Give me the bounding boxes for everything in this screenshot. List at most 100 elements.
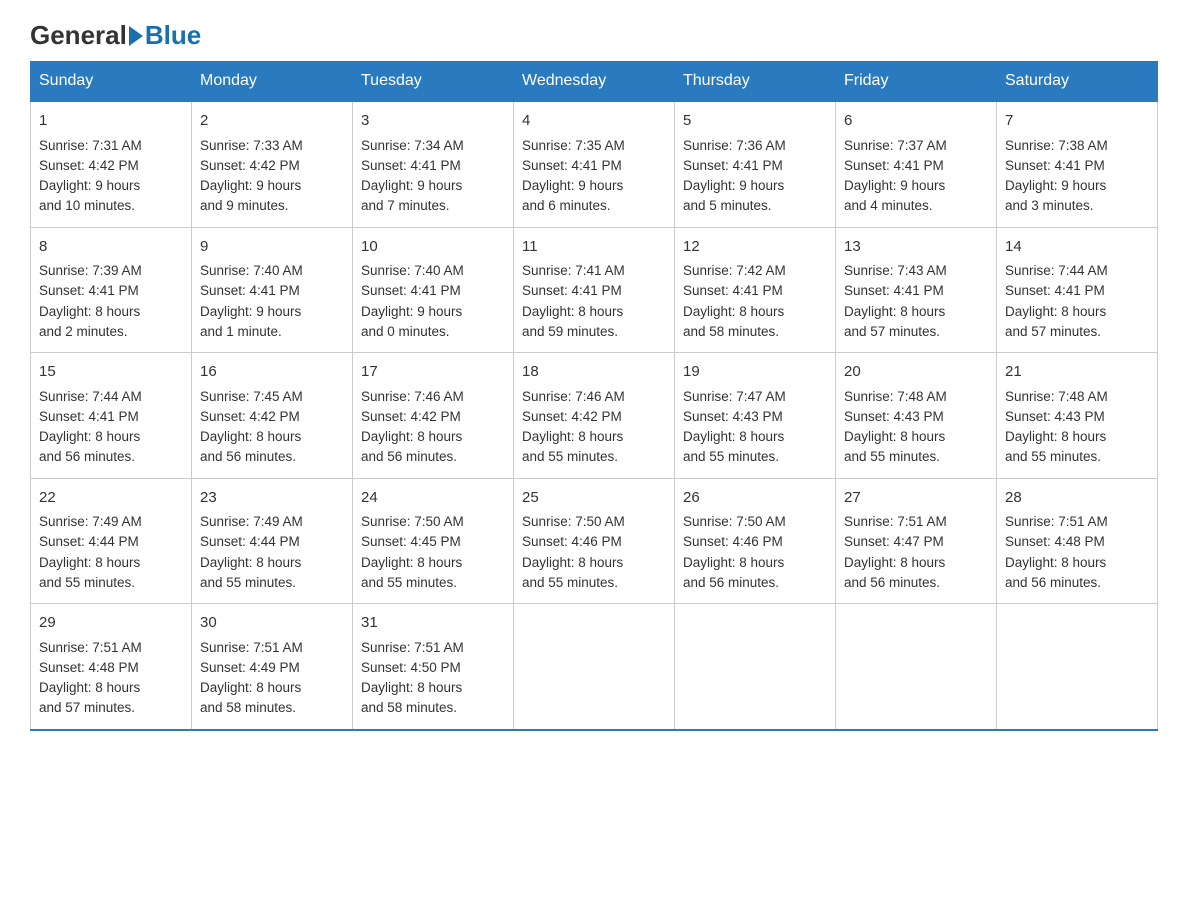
- calendar-day-cell: 10Sunrise: 7:40 AMSunset: 4:41 PMDayligh…: [353, 227, 514, 353]
- sunrise-text: Sunrise: 7:35 AM: [522, 138, 625, 153]
- day-number: 17: [361, 361, 505, 384]
- calendar-week-row: 29 Sunrise: 7:51 AM Sunset: 4:48 PM Dayligh…: [31, 604, 1158, 730]
- day-number: 30: [200, 612, 344, 635]
- sunset-text: Sunset: 4:45 PM: [361, 534, 461, 549]
- day-number: 21: [1005, 361, 1149, 384]
- daylight-text: Daylight: 9 hoursand 9 minutes.: [200, 178, 301, 213]
- sunrise-text: Sunrise: 7:33 AM: [200, 138, 303, 153]
- calendar-table: SundayMondayTuesdayWednesdayThursdayFrid…: [30, 61, 1158, 731]
- day-of-week-header: Saturday: [997, 62, 1158, 102]
- daylight-text: Daylight: 8 hoursand 58 minutes.: [361, 680, 462, 715]
- sunset-text: Sunset: 4:41 PM: [683, 158, 783, 173]
- calendar-day-cell: 30Sunrise: 7:51 AMSunset: 4:49 PMDayligh…: [192, 604, 353, 730]
- day-number: 10: [361, 236, 505, 259]
- calendar-day-cell: 22Sunrise: 7:49 AMSunset: 4:44 PMDayligh…: [31, 478, 192, 604]
- daylight-text: Daylight: 8 hoursand 55 minutes.: [361, 555, 462, 590]
- calendar-header-row: SundayMondayTuesdayWednesdayThursdayFrid…: [31, 62, 1158, 102]
- daylight-text: Daylight: 9 hoursand 10 minutes.: [39, 178, 140, 213]
- sunset-text: Sunset: 4:42 PM: [39, 158, 139, 173]
- sunset-text: Sunset: 4:46 PM: [683, 534, 783, 549]
- sunset-text: Sunset: 4:42 PM: [200, 409, 300, 424]
- sunset-text: Sunset: 4:49 PM: [200, 660, 300, 675]
- sunset-text: Sunset: 4:48 PM: [39, 660, 139, 675]
- calendar-day-cell: 26Sunrise: 7:50 AMSunset: 4:46 PMDayligh…: [675, 478, 836, 604]
- sunrise-text: Sunrise: 7:50 AM: [522, 514, 625, 529]
- day-number: 15: [39, 361, 183, 384]
- daylight-text: Daylight: 8 hoursand 55 minutes.: [39, 555, 140, 590]
- day-number: 18: [522, 361, 666, 384]
- calendar-day-cell: 27Sunrise: 7:51 AMSunset: 4:47 PMDayligh…: [836, 478, 997, 604]
- logo-general-text: General: [30, 20, 127, 51]
- sunset-text: Sunset: 4:41 PM: [1005, 158, 1105, 173]
- sunrise-text: Sunrise: 7:49 AM: [39, 514, 142, 529]
- day-number: 29: [39, 612, 183, 635]
- calendar-day-cell: 14Sunrise: 7:44 AMSunset: 4:41 PMDayligh…: [997, 227, 1158, 353]
- calendar-day-cell: 21Sunrise: 7:48 AMSunset: 4:43 PMDayligh…: [997, 353, 1158, 479]
- calendar-day-cell: 8Sunrise: 7:39 AMSunset: 4:41 PMDaylight…: [31, 227, 192, 353]
- day-number: 28: [1005, 487, 1149, 510]
- daylight-text: Daylight: 8 hoursand 56 minutes.: [683, 555, 784, 590]
- calendar-day-cell: 16Sunrise: 7:45 AMSunset: 4:42 PMDayligh…: [192, 353, 353, 479]
- sunrise-text: Sunrise: 7:46 AM: [361, 389, 464, 404]
- sunrise-text: Sunrise: 7:51 AM: [844, 514, 947, 529]
- logo-triangle-icon: [129, 26, 143, 46]
- sunset-text: Sunset: 4:42 PM: [522, 409, 622, 424]
- sunset-text: Sunset: 4:48 PM: [1005, 534, 1105, 549]
- calendar-day-cell: 12Sunrise: 7:42 AMSunset: 4:41 PMDayligh…: [675, 227, 836, 353]
- logo-blue-text: Blue: [145, 20, 201, 51]
- calendar-week-row: 15Sunrise: 7:44 AMSunset: 4:41 PMDayligh…: [31, 353, 1158, 479]
- daylight-text: Daylight: 9 hoursand 1 minute.: [200, 304, 301, 339]
- day-number: 12: [683, 236, 827, 259]
- sunrise-text: Sunrise: 7:51 AM: [361, 640, 464, 655]
- daylight-text: Daylight: 8 hoursand 55 minutes.: [683, 429, 784, 464]
- calendar-day-cell: 23Sunrise: 7:49 AMSunset: 4:44 PMDayligh…: [192, 478, 353, 604]
- sunset-text: Sunset: 4:41 PM: [522, 158, 622, 173]
- calendar-day-cell: 15Sunrise: 7:44 AMSunset: 4:41 PMDayligh…: [31, 353, 192, 479]
- sunrise-text: Sunrise: 7:34 AM: [361, 138, 464, 153]
- sunset-text: Sunset: 4:42 PM: [200, 158, 300, 173]
- calendar-day-cell: 9Sunrise: 7:40 AMSunset: 4:41 PMDaylight…: [192, 227, 353, 353]
- day-number: 2: [200, 110, 344, 133]
- day-of-week-header: Sunday: [31, 62, 192, 102]
- sunrise-text: Sunrise: 7:44 AM: [1005, 263, 1108, 278]
- day-number: 4: [522, 110, 666, 133]
- daylight-text: Daylight: 8 hoursand 58 minutes.: [200, 680, 301, 715]
- calendar-day-cell: 7Sunrise: 7:38 AMSunset: 4:41 PMDaylight…: [997, 101, 1158, 227]
- calendar-week-row: 8Sunrise: 7:39 AMSunset: 4:41 PMDaylight…: [31, 227, 1158, 353]
- day-number: 24: [361, 487, 505, 510]
- sunrise-text: Sunrise: 7:48 AM: [844, 389, 947, 404]
- daylight-text: Daylight: 9 hoursand 7 minutes.: [361, 178, 462, 213]
- sunset-text: Sunset: 4:43 PM: [844, 409, 944, 424]
- daylight-text: Daylight: 8 hoursand 55 minutes.: [522, 555, 623, 590]
- day-number: 19: [683, 361, 827, 384]
- day-of-week-header: Thursday: [675, 62, 836, 102]
- sunset-text: Sunset: 4:41 PM: [844, 158, 944, 173]
- daylight-text: Daylight: 8 hoursand 59 minutes.: [522, 304, 623, 339]
- sunset-text: Sunset: 4:44 PM: [39, 534, 139, 549]
- calendar-day-cell: 3 Sunrise: 7:34 AM Sunset: 4:41 PM Daylight…: [353, 101, 514, 227]
- calendar-day-cell: 13Sunrise: 7:43 AMSunset: 4:41 PMDayligh…: [836, 227, 997, 353]
- sunrise-text: Sunrise: 7:51 AM: [39, 640, 142, 655]
- daylight-text: Daylight: 8 hoursand 57 minutes.: [844, 304, 945, 339]
- day-of-week-header: Monday: [192, 62, 353, 102]
- sunset-text: Sunset: 4:41 PM: [361, 283, 461, 298]
- sunrise-text: Sunrise: 7:39 AM: [39, 263, 142, 278]
- sunrise-text: Sunrise: 7:45 AM: [200, 389, 303, 404]
- calendar-day-cell: 6Sunrise: 7:37 AMSunset: 4:41 PMDaylight…: [836, 101, 997, 227]
- daylight-text: Daylight: 8 hoursand 2 minutes.: [39, 304, 140, 339]
- day-of-week-header: Friday: [836, 62, 997, 102]
- sunset-text: Sunset: 4:44 PM: [200, 534, 300, 549]
- sunrise-text: Sunrise: 7:40 AM: [361, 263, 464, 278]
- sunset-text: Sunset: 4:41 PM: [361, 158, 461, 173]
- day-number: 1: [39, 110, 183, 133]
- calendar-day-cell: 18Sunrise: 7:46 AMSunset: 4:42 PMDayligh…: [514, 353, 675, 479]
- daylight-text: Daylight: 8 hoursand 55 minutes.: [1005, 429, 1106, 464]
- daylight-text: Daylight: 8 hoursand 56 minutes.: [1005, 555, 1106, 590]
- daylight-text: Daylight: 8 hoursand 56 minutes.: [361, 429, 462, 464]
- daylight-text: Daylight: 8 hoursand 56 minutes.: [844, 555, 945, 590]
- daylight-text: Daylight: 8 hoursand 57 minutes.: [39, 680, 140, 715]
- day-number: 3: [361, 110, 505, 133]
- calendar-week-row: 22Sunrise: 7:49 AMSunset: 4:44 PMDayligh…: [31, 478, 1158, 604]
- calendar-day-cell: 17Sunrise: 7:46 AMSunset: 4:42 PMDayligh…: [353, 353, 514, 479]
- sunset-text: Sunset: 4:43 PM: [683, 409, 783, 424]
